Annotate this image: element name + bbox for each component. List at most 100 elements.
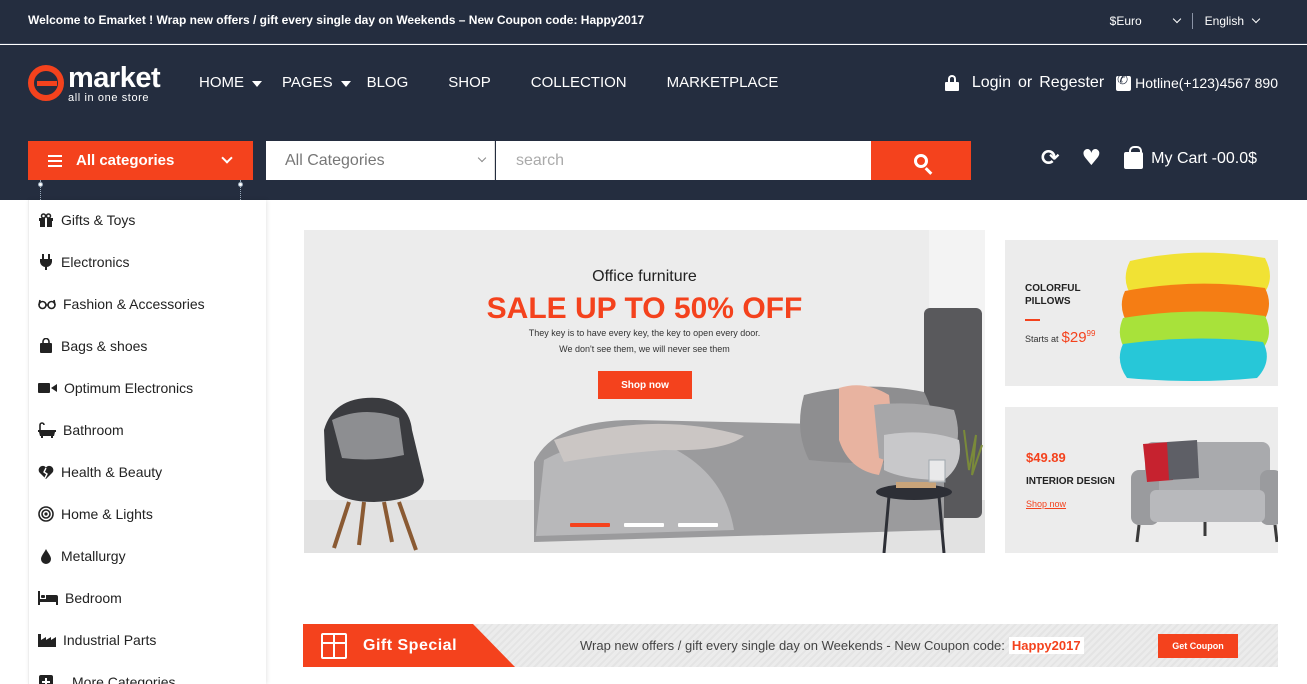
nav-collection[interactable]: COLLECTION (531, 74, 627, 91)
banner-shop-now-button[interactable]: Shop now (598, 371, 692, 399)
top-right-settings: $Euro English (1109, 13, 1261, 29)
sidebar-item-bags-shoes[interactable]: Bags & shoes (38, 338, 147, 354)
nav-pages-label: PAGES (282, 74, 333, 91)
banner-headline: SALE UP TO 50% OFF (486, 292, 803, 325)
wishlist-heart-icon[interactable]: ♥ (1081, 148, 1101, 170)
slider-dot-3[interactable] (678, 523, 718, 527)
sidebar-item-label: Electronics (61, 254, 130, 270)
category-select-value: All Categories (285, 151, 385, 169)
nav-blog[interactable]: BLOG (367, 74, 409, 91)
plus-icon (38, 674, 54, 684)
coupon-code: Happy2017 (1008, 637, 1084, 654)
shopping-bag-icon[interactable] (1124, 145, 1144, 169)
price-cents: 99 (1086, 329, 1096, 338)
sidebar-item-health-beauty[interactable]: Health & Beauty (38, 464, 162, 480)
welcome-brand: Welcome to Emarket ! (28, 13, 154, 27)
main-nav: HOME PAGES BLOG SHOP COLLECTION MARKETPL… (199, 74, 818, 91)
promo-interior-shop-link[interactable]: Shop now (1026, 499, 1066, 509)
slider-dot-1[interactable] (570, 523, 610, 527)
account-area: Login or Regester Hotline(+123)4567 890 (944, 73, 1278, 92)
promo-interior-design[interactable]: $49.89 INTERIOR DESIGN Shop now (1005, 407, 1278, 553)
sidebar-item-label: Industrial Parts (63, 632, 157, 648)
slider-dot-2[interactable] (624, 523, 664, 527)
compare-icon[interactable]: ⟳ (1041, 148, 1059, 170)
sidebar-item-home-lights[interactable]: Home & Lights (38, 506, 153, 522)
gift-icon (38, 212, 54, 228)
sidebar-item-label: More Categories (72, 674, 176, 684)
drop-icon (38, 548, 54, 564)
slider-pagination (570, 523, 718, 527)
nav-pages[interactable]: PAGES (282, 74, 351, 91)
sidebar-item-fashion[interactable]: Fashion & Accessories (38, 296, 205, 312)
logo-name: market (68, 62, 161, 94)
sidebar-item-label: Health & Beauty (61, 464, 163, 480)
welcome-text: Wrap new offers / gift every single day … (153, 13, 645, 27)
welcome-message: Welcome to Emarket ! Wrap new offers / g… (28, 13, 644, 27)
header-tools: ⟳ ♥ My Cart -00.0$ (1041, 145, 1257, 170)
register-link[interactable]: Regester (1039, 74, 1104, 92)
search-input[interactable] (496, 141, 872, 180)
nav-home[interactable]: HOME (199, 74, 262, 91)
bag-icon (38, 338, 54, 354)
factory-icon (38, 632, 56, 648)
sidebar-item-metallurgy[interactable]: Metallurgy (38, 548, 126, 564)
broken-heart-icon (38, 464, 54, 480)
accent-dash (1025, 319, 1040, 321)
caret-down-icon (252, 80, 262, 87)
promo-colorful-pillows[interactable]: COLORFUL PILLOWS Starts at $2999 (1005, 240, 1278, 386)
get-coupon-button[interactable]: Get Coupon (1158, 634, 1238, 658)
nav-shop[interactable]: SHOP (448, 74, 491, 91)
all-categories-label: All categories (76, 152, 175, 169)
nav-blog-label: BLOG (366, 74, 409, 91)
sidebar-item-gifts-toys[interactable]: Gifts & Toys (38, 212, 135, 228)
promo-pillows-price: $2999 (1062, 329, 1096, 346)
chevron-down-icon (221, 152, 233, 164)
sofa-image (1131, 440, 1278, 543)
nav-home-label: HOME (199, 74, 244, 91)
sidebar-item-label: Home & Lights (61, 506, 153, 522)
sidebar-item-electronics[interactable]: Electronics (38, 254, 129, 270)
sidebar-item-label: Bags & shoes (61, 338, 148, 354)
hero-banner[interactable]: Office furniture SALE UP TO 50% OFF They… (304, 230, 985, 553)
currency-label: $Euro (1109, 14, 1142, 28)
sidebar-item-label: Metallurgy (61, 548, 126, 564)
sidebar-item-more-categories[interactable]: More Categories (38, 674, 176, 684)
currency-select[interactable]: $Euro (1109, 14, 1181, 28)
sidebar-item-optimum-electronics[interactable]: Optimum Electronics (38, 380, 193, 396)
logo[interactable]: market all in one store (28, 62, 161, 104)
gift-special-bar: Gift Special Wrap new offers / gift ever… (303, 624, 1278, 667)
sidebar-item-label: Fashion & Accessories (63, 296, 205, 312)
banner-text-line-2: We don't see them, we will never see the… (559, 344, 730, 354)
phone-icon (1116, 73, 1132, 91)
bathtub-icon (38, 422, 56, 438)
chevron-down-icon (1172, 14, 1181, 24)
sidebar-item-industrial-parts[interactable]: Industrial Parts (38, 632, 156, 648)
login-link[interactable]: Login (972, 74, 1011, 92)
cart-summary[interactable]: My Cart -00.0$ (1151, 150, 1257, 168)
menu-icon (48, 154, 62, 167)
nav-marketplace[interactable]: MARKETPLACE (667, 74, 779, 91)
gift-special-title: Gift Special (363, 636, 458, 654)
promo-pillows-title-line-1: COLORFUL (1025, 283, 1081, 294)
video-icon (38, 380, 57, 396)
language-select[interactable]: English (1204, 14, 1261, 28)
search-button[interactable] (871, 141, 971, 180)
category-select[interactable]: All Categories (266, 141, 495, 180)
sidebar-item-label: Optimum Electronics (64, 380, 194, 396)
sidebar-item-label: Bedroom (65, 590, 122, 606)
search-icon (914, 153, 928, 168)
starts-at-label: Starts at (1025, 334, 1059, 344)
language-label: English (1204, 14, 1244, 28)
divider (1191, 13, 1193, 29)
sidebar-item-bathroom[interactable]: Bathroom (38, 422, 124, 438)
all-categories-button[interactable]: All categories (28, 141, 253, 180)
banner-subtitle: Office furniture (592, 268, 697, 285)
sidebar-item-label: Gifts & Toys (61, 212, 136, 228)
promo-interior-title: INTERIOR DESIGN (1026, 476, 1115, 487)
sidebar-item-bedroom[interactable]: Bedroom (38, 590, 122, 606)
target-icon (38, 506, 54, 522)
gift-message-text: Wrap new offers / gift every single day … (580, 638, 1005, 653)
nav-collection-label: COLLECTION (530, 74, 627, 91)
bed-icon (38, 590, 58, 606)
glasses-icon (38, 296, 56, 312)
